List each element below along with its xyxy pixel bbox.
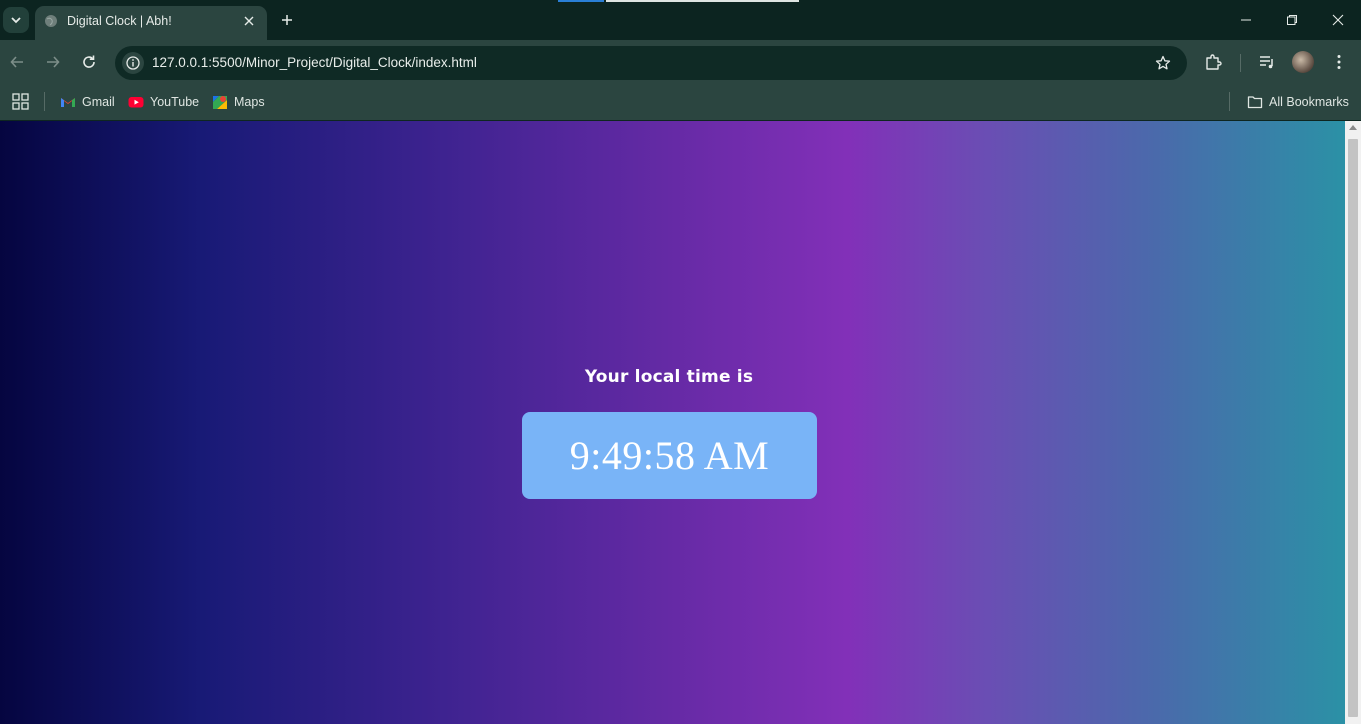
chevron-down-icon (11, 17, 21, 24)
clock-display: 9:49:58 AM (522, 412, 817, 499)
minimize-icon (1241, 19, 1251, 21)
maps-icon (213, 96, 227, 109)
youtube-icon (128, 97, 144, 108)
puzzle-icon (1206, 54, 1222, 70)
folder-icon (1247, 96, 1263, 109)
clock-time: 9:49:58 AM (569, 433, 770, 478)
address-bar[interactable]: 127.0.0.1:5500/Minor_Project/Digital_Clo… (115, 46, 1187, 80)
page-viewport: Your local time is 9:49:58 AM (0, 121, 1345, 724)
bookmark-maps[interactable]: Maps (212, 91, 265, 113)
restore-button[interactable] (1280, 8, 1304, 32)
bookmark-label: Gmail (82, 95, 115, 109)
reload-icon (83, 55, 95, 68)
all-bookmarks-button[interactable]: All Bookmarks (1247, 91, 1349, 113)
arrow-right-icon (47, 56, 60, 68)
all-bookmarks-label: All Bookmarks (1269, 95, 1349, 109)
bookmark-star-button[interactable] (1153, 53, 1173, 73)
media-controls-button[interactable] (1256, 51, 1278, 73)
info-icon (126, 56, 140, 70)
top-accent-bar (558, 0, 604, 2)
tab-search-button[interactable] (3, 7, 29, 33)
plus-icon (282, 15, 292, 25)
extensions-button[interactable] (1202, 51, 1224, 73)
top-accent-bar-light (606, 0, 799, 2)
new-tab-button[interactable] (277, 10, 297, 30)
forward-button[interactable] (42, 51, 64, 73)
clock-container: Your local time is 9:49:58 AM (0, 121, 1340, 724)
bookmarks-separator (44, 92, 45, 111)
close-icon (244, 16, 254, 26)
bookmarks-separator (1229, 92, 1230, 111)
more-vertical-icon (1337, 55, 1341, 69)
url-text[interactable]: 127.0.0.1:5500/Minor_Project/Digital_Clo… (152, 55, 477, 70)
tab-title: Digital Clock | Abh! (67, 14, 172, 28)
back-button[interactable] (6, 51, 28, 73)
arrow-left-icon (10, 56, 23, 68)
site-info-button[interactable] (122, 52, 144, 74)
restore-icon (1287, 15, 1297, 25)
profile-avatar[interactable] (1292, 51, 1314, 73)
apps-grid-icon[interactable] (12, 93, 29, 110)
bookmark-gmail[interactable]: Gmail (60, 91, 115, 113)
tab-strip: Digital Clock | Abh! (0, 0, 1361, 40)
close-window-button[interactable] (1326, 8, 1350, 32)
reload-button[interactable] (78, 51, 100, 73)
bookmarks-bar: Gmail YouTube Maps All Bookmarks (0, 85, 1361, 120)
close-icon (1332, 14, 1344, 26)
vertical-scrollbar[interactable] (1345, 121, 1361, 724)
page-heading: Your local time is (584, 367, 754, 387)
browser-toolbar: 127.0.0.1:5500/Minor_Project/Digital_Clo… (0, 40, 1361, 85)
tab-close-button[interactable] (239, 11, 259, 31)
star-icon (1155, 55, 1171, 70)
minimize-button[interactable] (1234, 8, 1258, 32)
toolbar-separator (1240, 54, 1241, 72)
globe-icon (45, 15, 57, 27)
playlist-icon (1260, 56, 1273, 69)
scroll-up-arrow[interactable] (1349, 125, 1357, 130)
scroll-thumb[interactable] (1348, 139, 1358, 717)
menu-button[interactable] (1328, 51, 1350, 73)
gmail-icon (61, 98, 75, 107)
tab-active[interactable]: Digital Clock | Abh! (35, 6, 267, 40)
bookmark-label: Maps (234, 95, 265, 109)
bookmark-label: YouTube (150, 95, 200, 109)
bookmark-youtube[interactable]: YouTube (128, 91, 199, 113)
